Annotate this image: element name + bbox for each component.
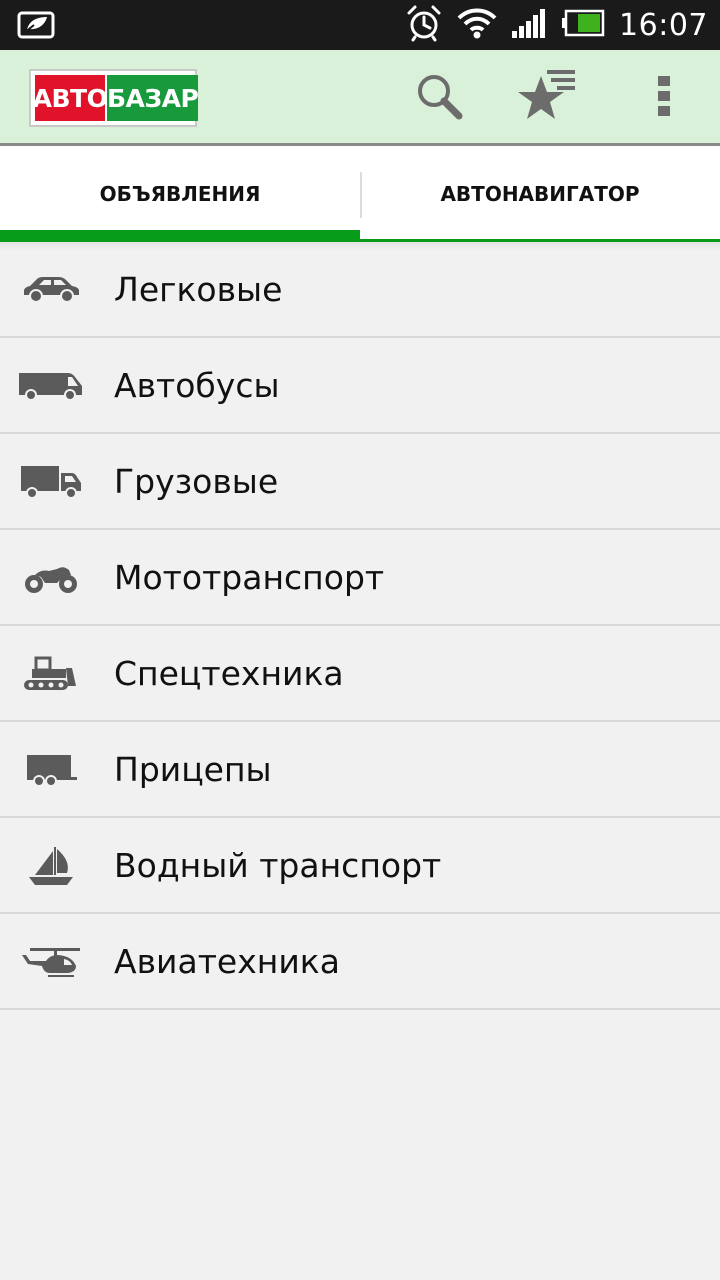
bulldozer-icon — [18, 648, 84, 700]
tab-active-indicator — [0, 230, 360, 242]
search-icon — [415, 72, 463, 124]
category-item-buses[interactable]: Автобусы — [0, 338, 720, 434]
motorcycle-icon — [18, 552, 84, 604]
truck-icon — [18, 456, 84, 508]
category-item-trailers[interactable]: Прицепы — [0, 722, 720, 818]
tab-divider — [360, 172, 362, 218]
app-logo: АВТО БАЗАР — [29, 69, 199, 127]
favorites-button[interactable] — [518, 70, 575, 124]
favorites-icon — [517, 68, 579, 128]
status-time: 16:07 — [619, 7, 708, 43]
category-item-moto[interactable]: Мототранспорт — [0, 530, 720, 626]
category-label: Спецтехника — [114, 654, 344, 693]
signal-icon — [511, 7, 547, 43]
category-label: Легковые — [114, 270, 283, 309]
logo-text-left: АВТО — [33, 75, 108, 121]
category-item-aviation[interactable]: Авиатехника — [0, 914, 720, 1010]
helicopter-icon — [18, 936, 84, 988]
logo-text-right: БАЗАР — [107, 75, 199, 121]
category-item-cars[interactable]: Легковые — [0, 242, 720, 338]
status-bar: 16:07 — [0, 0, 720, 50]
van-icon — [18, 360, 84, 412]
overflow-menu-button[interactable] — [638, 72, 690, 124]
battery-icon — [561, 9, 605, 41]
wifi-icon — [457, 6, 497, 44]
tab-listings[interactable]: ОБЪЯВЛЕНИЯ — [0, 146, 360, 242]
trailer-icon — [18, 744, 84, 796]
category-label: Автобусы — [114, 366, 280, 405]
category-label: Авиатехника — [114, 942, 340, 981]
category-label: Мототранспорт — [114, 558, 385, 597]
category-label: Водный транспорт — [114, 846, 442, 885]
search-button[interactable] — [413, 72, 465, 124]
sailboat-icon — [18, 840, 84, 892]
category-label: Прицепы — [114, 750, 272, 789]
alarm-icon — [405, 4, 443, 46]
overflow-menu-icon — [656, 74, 672, 122]
notification-icon — [16, 11, 56, 44]
car-icon — [18, 264, 84, 316]
tab-listings-label: ОБЪЯВЛЕНИЯ — [99, 182, 261, 206]
category-item-water[interactable]: Водный транспорт — [0, 818, 720, 914]
category-item-trucks[interactable]: Грузовые — [0, 434, 720, 530]
category-list: Легковые Автобусы Грузовые Мототранспорт… — [0, 242, 720, 1010]
category-label: Грузовые — [114, 462, 279, 501]
tab-autonavigator-label: АВТОНАВИГАТОР — [440, 182, 640, 206]
tab-autonavigator[interactable]: АВТОНАВИГАТОР — [360, 146, 720, 242]
category-item-special[interactable]: Спецтехника — [0, 626, 720, 722]
action-bar: АВТО БАЗАР — [0, 50, 720, 146]
